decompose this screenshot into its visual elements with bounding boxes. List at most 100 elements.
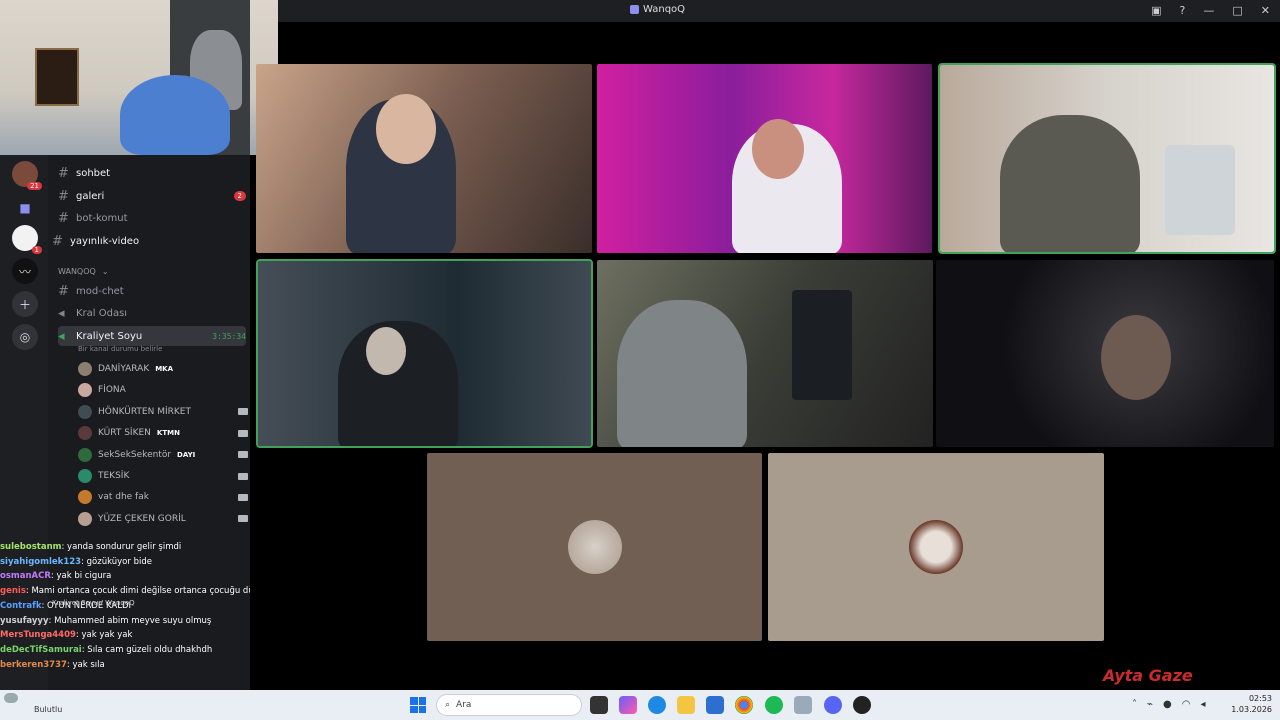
voice-member[interactable]: FİONA: [78, 380, 248, 400]
clock-date: 1.03.2026: [1231, 705, 1272, 714]
channel-kraliyet-soyu[interactable]: ◂ Kraliyet Soyu 3:35:34: [58, 326, 246, 346]
voice-member[interactable]: SekSekSekentör DAYI: [78, 445, 248, 465]
explore-icon[interactable]: ◎: [12, 324, 38, 350]
camera-icon: [238, 472, 248, 480]
member-name: HÖNKÜRTEN MİRKET: [98, 406, 191, 417]
minimize-button[interactable]: —: [1203, 4, 1214, 17]
window-controls: ▣ ? — □ ✕: [1151, 4, 1270, 17]
system-tray: ˄ ⌁ ● ◠ ◂: [1132, 699, 1206, 710]
chat-text: : yak sıla: [66, 659, 105, 670]
obs-icon[interactable]: [853, 696, 871, 714]
channel-yayinlik-video[interactable]: # yayınlık-video: [52, 231, 240, 251]
chevron-down-icon: ⌄: [101, 266, 109, 276]
video-tile[interactable]: [256, 64, 592, 253]
member-name: YÜZE ÇEKEN GORİL: [98, 513, 186, 524]
camera-icon: [238, 408, 248, 416]
channel-bot-komut[interactable]: # bot-komut: [58, 208, 246, 228]
stream-chat: sulebostanm: yanda sondurur gelir şimdi s…: [0, 540, 250, 690]
voice-member[interactable]: TEKSİK: [78, 466, 248, 486]
taskbar-search[interactable]: ⌕ Ara: [436, 694, 582, 716]
chat-username: yusufayyy: [0, 615, 49, 626]
channel-status[interactable]: Bir kanal durumu belirle: [78, 345, 162, 353]
close-button[interactable]: ✕: [1261, 4, 1270, 17]
maximize-button[interactable]: □: [1232, 4, 1242, 17]
watermark: Ayta Gaze: [1103, 666, 1193, 685]
dm-avatar[interactable]: 1: [12, 225, 42, 254]
member-tag: KTMN: [156, 429, 180, 438]
avatar: [78, 426, 92, 441]
title-bar: WanqoQ ▣ ? — □ ✕: [250, 0, 1280, 22]
member-name: KÜRT SİKEN: [98, 428, 151, 439]
member-name: vat dhe fak: [98, 492, 149, 503]
avatar: [78, 404, 92, 419]
avatar: [78, 383, 92, 398]
voice-member[interactable]: KÜRT SİKEN KTMN: [78, 423, 248, 443]
video-tile[interactable]: [597, 260, 933, 447]
window-title: WanqoQ: [643, 4, 686, 15]
video-tile[interactable]: [597, 64, 932, 253]
channel-kral-odasi[interactable]: ◂ Kral Odası: [58, 303, 246, 323]
wifi-icon[interactable]: ◠: [1182, 699, 1191, 710]
channel-label: bot-komut: [76, 212, 128, 224]
app-logo-icon: [630, 5, 639, 14]
chat-username: Contrafk: [0, 600, 42, 611]
member-name: DANİYARAK: [98, 364, 150, 374]
start-button[interactable]: [410, 697, 426, 713]
chat-text: : yak bi cigura: [50, 571, 112, 582]
copilot-icon[interactable]: [619, 696, 637, 714]
video-tile-speaking[interactable]: [938, 63, 1276, 254]
chat-username: siyahigomlek123: [0, 556, 82, 567]
voice-member[interactable]: vat dhe fak: [78, 487, 248, 507]
folder-icon[interactable]: ■: [12, 195, 38, 221]
file-explorer-icon[interactable]: [677, 696, 695, 714]
weather-label: Bulutlu: [34, 705, 63, 714]
chrome-icon[interactable]: [735, 696, 753, 714]
video-tile-avatar[interactable]: [768, 453, 1104, 641]
plush-toy: [120, 75, 230, 155]
weather-widget[interactable]: Bulutlu: [4, 693, 62, 714]
channel-sohbet[interactable]: # sohbet: [58, 163, 246, 183]
video-tile-speaking[interactable]: [256, 259, 593, 448]
chat-message: MersTunga4409: yak yak yak: [0, 628, 250, 643]
video-tile-avatar[interactable]: [427, 453, 762, 641]
chat-text: : Sıla cam güzeli oldu dhakhdh: [81, 644, 213, 655]
avatar: [78, 362, 92, 376]
edge-icon[interactable]: [648, 696, 666, 714]
spotify-icon[interactable]: [765, 696, 783, 714]
chat-text: : yak yak yak: [75, 630, 133, 641]
voice-member[interactable]: YÜZE ÇEKEN GORİL: [78, 509, 248, 529]
hash-icon: #: [58, 210, 69, 226]
avatar: [78, 511, 92, 526]
avatar: [78, 490, 92, 505]
channel-galeri[interactable]: # galeri 2: [58, 186, 246, 206]
speaker-icon: ◂: [58, 305, 65, 321]
server-icon[interactable]: 〰: [12, 258, 38, 284]
voice-member[interactable]: DANİYARAK MKA: [78, 359, 248, 379]
voice-member[interactable]: HÖNKÜRTEN MİRKET: [78, 402, 248, 422]
chevron-up-icon[interactable]: ˄: [1132, 699, 1137, 710]
cloud-icon: [4, 693, 18, 703]
store-icon[interactable]: [706, 696, 724, 714]
avatar: [909, 520, 963, 574]
mic-icon[interactable]: ●: [1163, 699, 1172, 710]
server-avatar[interactable]: 21: [12, 161, 42, 190]
video-tile[interactable]: [936, 260, 1274, 447]
screen-share-icon[interactable]: ▣: [1151, 4, 1161, 17]
network-icon[interactable]: ⌁: [1147, 699, 1153, 710]
clock[interactable]: 02:53 1.03.2026: [1231, 693, 1272, 715]
chat-text: : Muhammed abim meyve suyu olmuş: [48, 615, 212, 626]
help-icon[interactable]: ?: [1180, 4, 1186, 17]
avatar: [78, 447, 92, 462]
category-wanqoq[interactable]: WANQOQ ⌄: [58, 261, 246, 281]
add-server-icon[interactable]: ＋: [12, 291, 38, 317]
camera-icon: [238, 429, 248, 437]
task-view-icon[interactable]: [590, 696, 608, 714]
chat-text: : yanda sondurur gelir şimdi: [61, 542, 182, 552]
hash-icon: #: [52, 233, 63, 249]
app-icon[interactable]: [794, 696, 812, 714]
chat-username: osmanACR: [0, 571, 51, 582]
chat-text: : Mami ortanca çocuk dimi değilse ortanc…: [25, 586, 250, 597]
volume-icon[interactable]: ◂: [1201, 699, 1206, 710]
channel-mod-chet[interactable]: # mod-chet: [58, 281, 246, 301]
discord-icon[interactable]: [824, 696, 842, 714]
